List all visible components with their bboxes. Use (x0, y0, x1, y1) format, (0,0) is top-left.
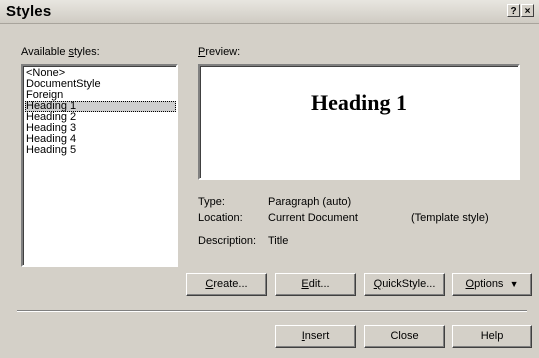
close-button[interactable]: Close (364, 325, 445, 348)
location-label: Location: (198, 212, 243, 224)
help-button[interactable]: Help (452, 325, 532, 348)
preview-label: Preview: (198, 46, 241, 58)
separator (17, 310, 527, 312)
description-value: Title (268, 235, 289, 247)
close-icon[interactable]: × (521, 4, 534, 17)
type-value: Paragraph (auto) (268, 196, 352, 208)
template-style-note: (Template style) (411, 212, 489, 224)
available-styles-label: Available styles: (21, 46, 100, 58)
chevron-down-icon: ▼ (509, 279, 519, 289)
location-value: Current Document (268, 212, 358, 224)
create-button[interactable]: Create... (186, 273, 267, 296)
preview-pane: Heading 1 (198, 64, 520, 180)
options-button[interactable]: Options ▼ (452, 273, 532, 296)
type-label: Type: (198, 196, 225, 208)
window-title: Styles (6, 3, 52, 20)
title-bar: Styles ? × (0, 0, 539, 24)
styles-listbox[interactable]: <None> DocumentStyle Foreign Heading 1 Headi… (21, 64, 178, 267)
quickstyle-button[interactable]: QuickStyle... (364, 273, 445, 296)
description-label: Description: (198, 235, 257, 247)
list-item[interactable]: Heading 5 (25, 145, 176, 156)
help-icon[interactable]: ? (507, 4, 520, 17)
insert-button[interactable]: Insert (275, 325, 356, 348)
edit-button[interactable]: Edit... (275, 273, 356, 296)
preview-sample-text: Heading 1 (311, 90, 407, 115)
